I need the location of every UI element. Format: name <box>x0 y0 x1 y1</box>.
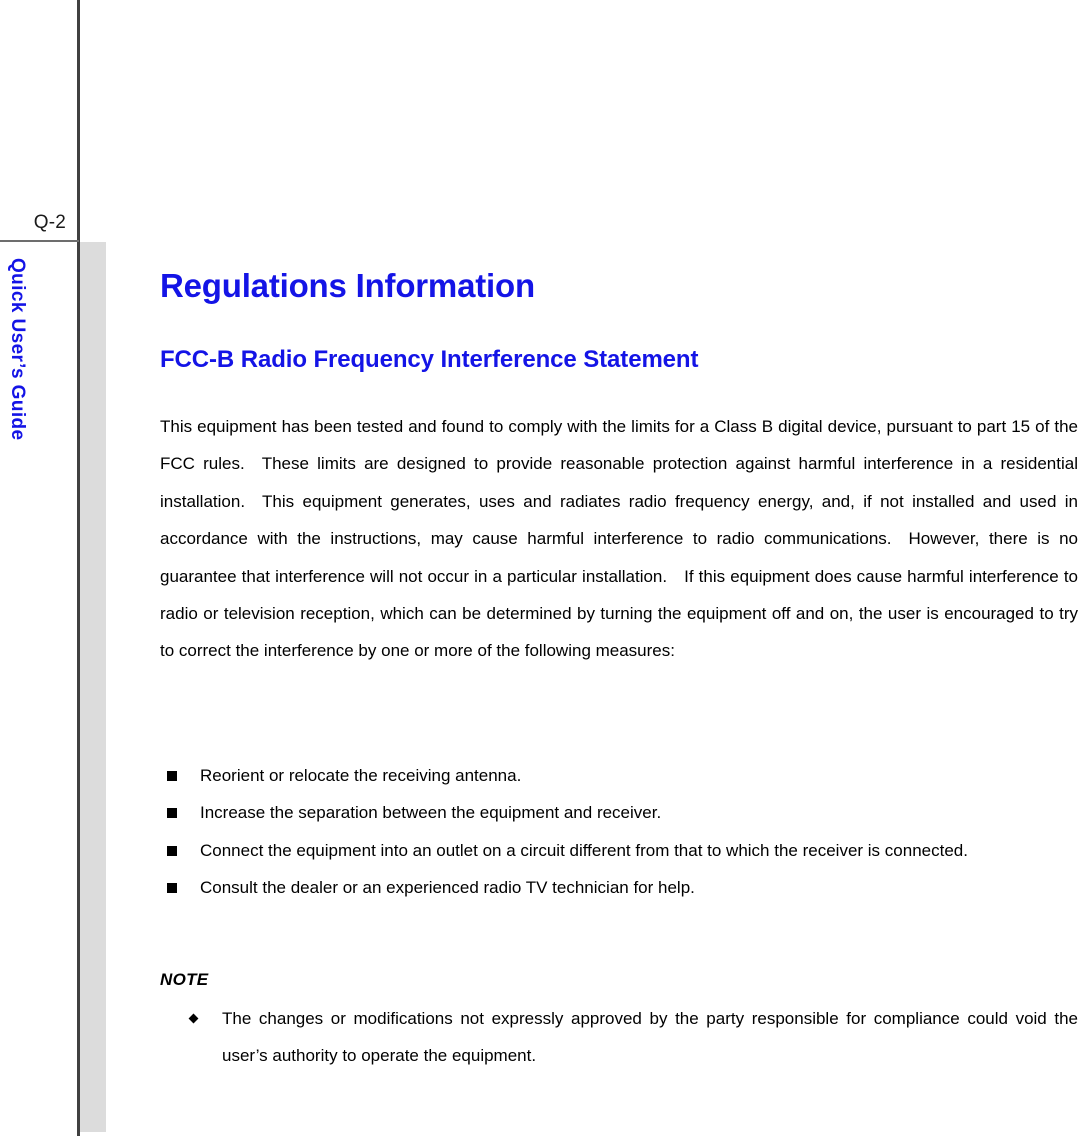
list-item-text: Consult the dealer or an experienced rad… <box>200 878 695 898</box>
measures-list: Reorient or relocate the receiving anten… <box>160 757 1078 907</box>
margin-grey-band <box>80 242 106 1132</box>
list-item-text: Increase the separation between the equi… <box>200 803 662 823</box>
list-item: Increase the separation between the equi… <box>160 794 1078 831</box>
folio-horizontal-rule <box>0 240 79 242</box>
body-paragraph: This equipment has been tested and found… <box>160 417 1078 661</box>
square-bullet-icon <box>167 883 177 894</box>
list-item: Reorient or relocate the receiving anten… <box>160 757 1078 794</box>
list-item: Connect the equipment into an outlet on … <box>160 832 1078 869</box>
section-heading: FCC-B Radio Frequency Interference State… <box>160 346 699 373</box>
page-title: Regulations Information <box>160 267 535 304</box>
list-item-text: Reorient or relocate the receiving anten… <box>200 766 522 785</box>
square-bullet-icon <box>167 845 177 856</box>
diamond-bullet-icon <box>188 1013 199 1024</box>
document-page: Q-2 Quick User’s Guide Regulations Infor… <box>0 0 1078 1136</box>
list-item: The changes or modifications not express… <box>160 1000 1078 1075</box>
list-item-text: The changes or modifications not express… <box>222 1009 1078 1066</box>
note-heading: NOTE <box>160 970 209 989</box>
list-item: Consult the dealer or an experienced rad… <box>160 869 1078 906</box>
square-bullet-icon <box>167 808 177 819</box>
running-head-label: Quick User’s Guide <box>7 258 28 441</box>
note-list: The changes or modifications not express… <box>160 1000 1078 1075</box>
page-number: Q-2 <box>33 212 66 233</box>
square-bullet-icon <box>167 771 177 781</box>
list-item-text: Connect the equipment into an outlet on … <box>200 840 968 860</box>
